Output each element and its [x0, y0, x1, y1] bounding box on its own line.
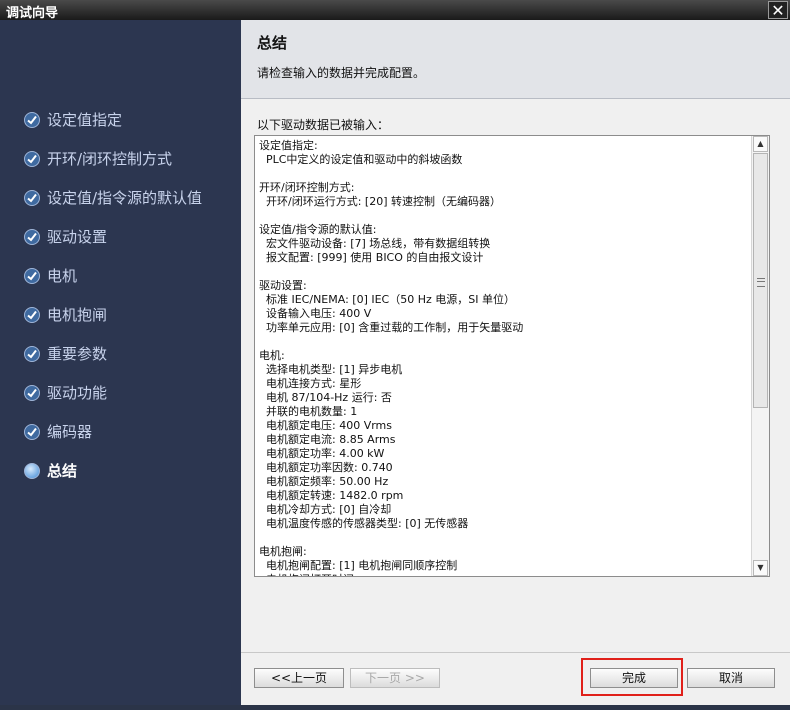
summary-line: 电机抱闸打开时间: ...: [259, 573, 749, 576]
summary-line: 电机温度传感的传感器类型: [0] 无传感器: [259, 517, 469, 530]
finish-highlight-box: [581, 658, 683, 696]
sidebar-item-label: 驱动功能: [47, 384, 108, 402]
summary-line: 电机额定转速: 1482.0 rpm: [259, 489, 404, 502]
summary-line: 宏文件驱动设备: [7] 场总线，带有数据组转换: [259, 237, 491, 250]
summary-line: [259, 167, 749, 181]
summary-line: 设定值指定:: [259, 139, 318, 152]
wizard-step-list: 设定值指定 开环/闭环控制方式 设定值/指令源的默认值 驱动设置 电机 电机抱闸…: [0, 20, 241, 705]
check-icon: [24, 112, 40, 128]
sidebar-item-label: 设定值/指令源的默认值: [47, 189, 203, 207]
summary-line: 电机 87/104-Hz 运行: 否: [259, 391, 392, 404]
page-title: 总结: [257, 34, 288, 52]
sidebar-item-label: 设定值指定: [47, 111, 123, 129]
current-step-icon: [24, 463, 40, 479]
summary-text: 设定值指定: PLC中定义的设定值和驱动中的斜坡函数 开环/闭环控制方式: 开环/…: [259, 139, 749, 576]
sidebar-item-label: 编码器: [47, 423, 93, 441]
summary-line: 驱动设置:: [259, 279, 307, 292]
summary-line: 开环/闭环控制方式:: [259, 181, 355, 194]
summary-line: 电机额定频率: 50.00 Hz: [259, 475, 389, 488]
check-icon: [24, 307, 40, 323]
window-title: 调试向导: [6, 6, 59, 21]
check-icon: [24, 190, 40, 206]
summary-line: 电机冷却方式: [0] 自冷却: [259, 503, 392, 516]
summary-line: 电机额定功率: 4.00 kW: [259, 447, 385, 460]
close-icon[interactable]: ✕: [768, 1, 788, 19]
summary-line: 电机抱闸:: [259, 545, 307, 558]
title-bar: 调试向导 ✕: [0, 0, 790, 21]
page-subtitle: 请检查输入的数据并完成配置。: [257, 66, 426, 80]
check-icon: [24, 346, 40, 362]
summary-line: [259, 335, 749, 349]
summary-line: PLC中定义的设定值和驱动中的斜坡函数: [259, 153, 463, 166]
check-icon: [24, 268, 40, 284]
summary-line: [259, 265, 749, 279]
summary-line: 电机抱闸配置: [1] 电机抱闸同顺序控制: [259, 559, 458, 572]
summary-line: 电机额定电流: 8.85 Arms: [259, 433, 396, 446]
check-icon: [24, 229, 40, 245]
check-icon: [24, 424, 40, 440]
summary-line: 并联的电机数量: 1: [259, 405, 358, 418]
sidebar-item-label: 电机抱闸: [47, 306, 108, 324]
next-button[interactable]: 下一页 >>: [350, 668, 440, 688]
sidebar-item-label: 总结: [47, 462, 78, 480]
check-icon: [24, 151, 40, 167]
vertical-scrollbar[interactable]: ▲ ▼: [751, 136, 769, 576]
scroll-down-arrow-icon[interactable]: ▼: [753, 560, 768, 576]
footer-divider: [241, 652, 790, 653]
scrollbar-thumb[interactable]: [753, 153, 768, 408]
summary-line: 电机额定电压: 400 Vrms: [259, 419, 392, 432]
summary-line: 设定值/指令源的默认值:: [259, 223, 377, 236]
check-icon: [24, 385, 40, 401]
summary-page: 总结 请检查输入的数据并完成配置。 以下驱动数据已被输入： 设定值指定: PLC…: [241, 20, 790, 705]
summary-line: [259, 531, 749, 545]
summary-line: 电机:: [259, 349, 285, 362]
summary-line: [259, 209, 749, 223]
scroll-up-arrow-icon[interactable]: ▲: [753, 136, 768, 152]
summary-line: 功率单元应用: [0] 含重过载的工作制，用于矢量驱动: [259, 321, 524, 334]
grip-icon: [757, 278, 765, 287]
summary-line: 设备输入电压: 400 V: [259, 307, 372, 320]
summary-line: 电机额定功率因数: 0.740: [259, 461, 393, 474]
summary-line: 选择电机类型: [1] 异步电机: [259, 363, 403, 376]
summary-line: 开环/闭环运行方式: [20] 转速控制（无编码器）: [259, 195, 501, 208]
sidebar-item-label: 电机: [47, 267, 78, 285]
summary-intro: 以下驱动数据已被输入：: [257, 118, 390, 132]
summary-line: 电机连接方式: 星形: [259, 377, 362, 390]
sidebar-item-label: 重要参数: [47, 345, 108, 363]
sidebar-item-label: 开环/闭环控制方式: [47, 150, 173, 168]
prev-button[interactable]: <<上一页: [254, 668, 344, 688]
summary-line: 报文配置: [999] 使用 BICO 的自由报文设计: [259, 251, 484, 264]
sidebar-item-label: 驱动设置: [47, 228, 108, 246]
summary-textbox[interactable]: 设定值指定: PLC中定义的设定值和驱动中的斜坡函数 开环/闭环控制方式: 开环/…: [254, 135, 770, 577]
cancel-button[interactable]: 取消: [687, 668, 775, 688]
page-header: 总结 请检查输入的数据并完成配置。: [241, 20, 790, 99]
summary-line: 标准 IEC/NEMA: [0] IEC（50 Hz 电源，SI 单位）: [259, 293, 515, 306]
